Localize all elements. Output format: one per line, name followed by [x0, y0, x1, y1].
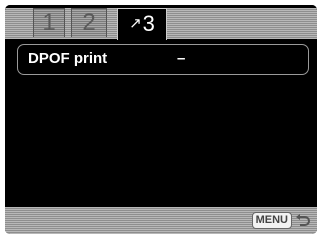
menu-item-dpof-print[interactable]: DPOF print – [17, 44, 309, 75]
tab-2[interactable]: 2 [71, 8, 107, 37]
tab-3[interactable]: ↗3 [117, 8, 167, 40]
bottom-bar: MENU [5, 207, 317, 234]
tab-3-label: 3 [142, 11, 155, 36]
playback-icon: ↗ [129, 15, 142, 32]
menu-item-label: DPOF print [28, 50, 108, 67]
camera-menu-screen: 1 2 ↗3 DPOF print – MENU [5, 5, 317, 234]
menu-button-label: MENU [251, 212, 292, 229]
menu-item-value: – [177, 50, 186, 67]
tab-1[interactable]: 1 [33, 8, 65, 37]
return-arrow-icon [296, 213, 310, 226]
menu-return-button[interactable]: MENU [251, 212, 311, 229]
tab-bar: 1 2 ↗3 [5, 5, 317, 40]
